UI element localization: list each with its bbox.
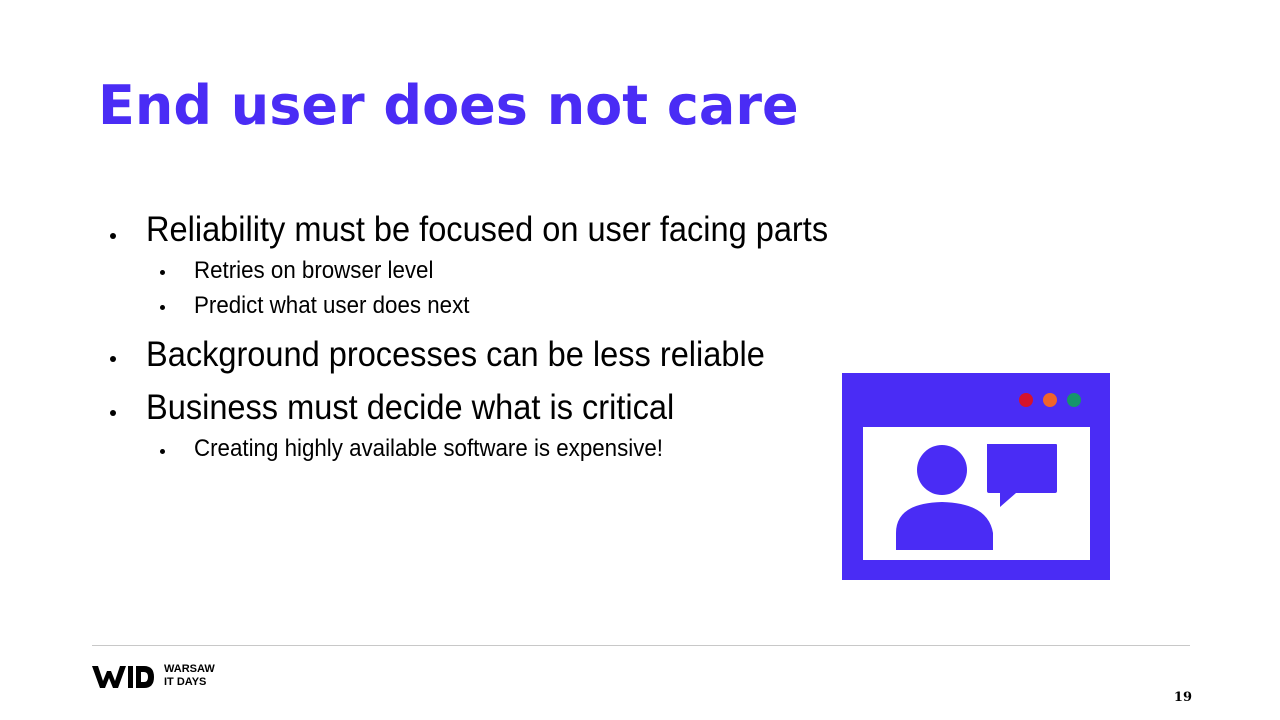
sub-bullet-marker: [160, 449, 165, 454]
bullet-item: Reliability must be focused on user faci…: [146, 210, 829, 249]
sub-bullet-marker: [160, 270, 165, 275]
sub-bullet-item: Creating highly available software is ex…: [194, 435, 663, 462]
footer-divider: [92, 645, 1190, 646]
bullet-item: Background processes can be less reliabl…: [146, 335, 765, 374]
bullet-marker: [110, 410, 116, 416]
bullet-marker: [110, 356, 116, 362]
logo-wordmark: WARSAW IT DAYS: [164, 663, 215, 689]
sub-bullet-item: Predict what user does next: [194, 292, 470, 319]
page-number: 19: [1173, 690, 1192, 705]
bullet-marker: [110, 233, 116, 239]
logo-line-2: IT DAYS: [164, 676, 207, 688]
sub-bullet-marker: [160, 305, 165, 310]
sub-bullet-item: Retries on browser level: [194, 257, 434, 284]
bullet-list: Reliability must be focused on user faci…: [0, 0, 1280, 720]
logo-line-1: WARSAW: [164, 663, 215, 675]
wid-logo: [92, 666, 154, 688]
bullet-item: Business must decide what is critical: [146, 388, 675, 427]
user-chat-window-icon: [842, 373, 1110, 580]
